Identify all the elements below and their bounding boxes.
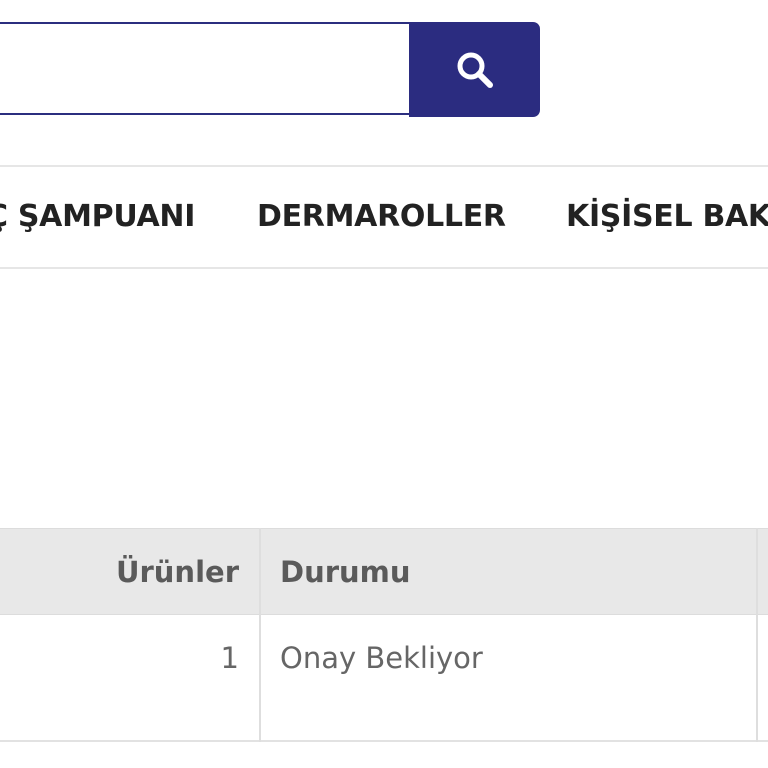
column-header-status: Durumu	[280, 555, 411, 589]
orders-table: Ürünler Durumu 1 Onay Bekliyor	[0, 528, 768, 742]
main-nav: Ç ŞAMPUANI DERMAROLLER KİŞİSEL BAK	[0, 165, 768, 269]
column-header-products: Ürünler	[115, 555, 239, 589]
page: Ç ŞAMPUANI DERMAROLLER KİŞİSEL BAK Ürünl…	[0, 0, 768, 768]
table-header-row: Ürünler Durumu	[0, 528, 768, 615]
search-input[interactable]	[0, 22, 409, 115]
nav-item-sampuani[interactable]: Ç ŞAMPUANI	[0, 167, 195, 267]
column-divider	[756, 528, 758, 742]
column-divider	[259, 528, 261, 742]
nav-item-dermaroller[interactable]: DERMAROLLER	[257, 167, 506, 267]
cell-status: Onay Bekliyor	[280, 641, 483, 675]
cell-products: 1	[220, 641, 239, 675]
search-icon	[457, 52, 493, 88]
search-button[interactable]	[409, 22, 540, 117]
nav-item-kisisel-bakim[interactable]: KİŞİSEL BAK	[566, 167, 768, 267]
table-row: 1 Onay Bekliyor	[0, 615, 768, 742]
